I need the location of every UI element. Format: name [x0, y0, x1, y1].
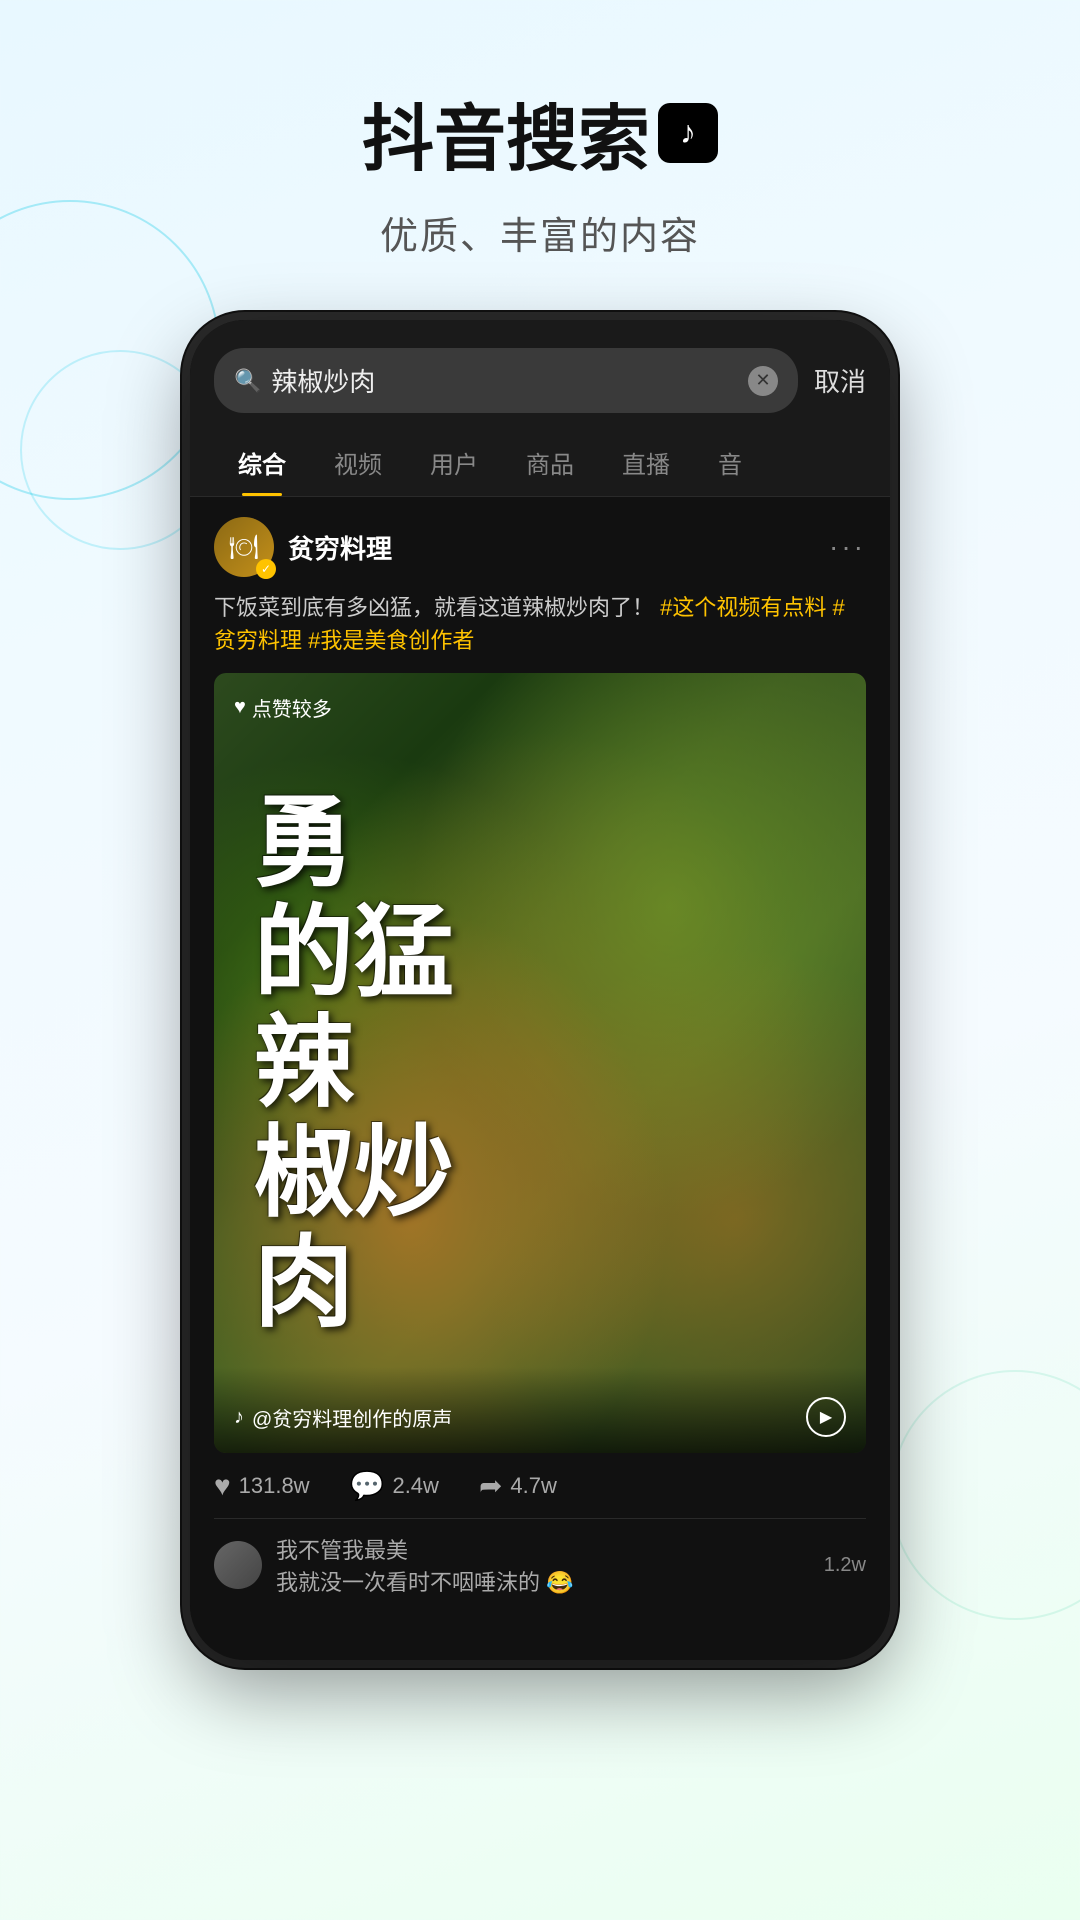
verified-badge: ✓ — [256, 559, 276, 579]
post-header: 🍽 ✓ 贫穷料理 ··· — [214, 517, 866, 577]
tab-用户[interactable]: 用户 — [406, 429, 502, 496]
hashtag-3[interactable]: #我是美食创作者 — [308, 628, 474, 653]
avatar-icon: 🍽 — [229, 533, 259, 562]
video-thumbnail[interactable]: ♥ 点赞较多 勇的猛辣椒炒肉 ♪ — [214, 673, 866, 1453]
video-overlay-text: 勇的猛辣椒炒肉 — [254, 788, 454, 1338]
phone-mockup: 🔍 辣椒炒肉 ✕ 取消 综合 视频 用户 — [190, 320, 890, 1660]
tiktok-logo-icon: ♪ — [680, 114, 696, 151]
main-title-container: 抖音搜索 ♪ — [0, 80, 1080, 185]
tab-视频[interactable]: 视频 — [310, 429, 406, 496]
tab-直播[interactable]: 直播 — [598, 429, 694, 496]
post-desc-text: 下饭菜到底有多凶猛，就看这道辣椒炒肉了！ — [214, 595, 654, 620]
action-bar: ♥ 131.8w 💬 2.4w ➦ 4.7w — [214, 1453, 866, 1518]
tabs-row: 综合 视频 用户 商品 直播 音 — [190, 429, 890, 497]
comment-content: 我不管我最美 我就没一次看时不咽唾沫的 😂 — [276, 1533, 810, 1597]
search-query: 辣椒炒肉 — [271, 362, 738, 399]
hashtag-1[interactable]: #这个视频有点料 — [660, 595, 832, 620]
tab-综合[interactable]: 综合 — [214, 429, 310, 496]
cancel-button[interactable]: 取消 — [814, 362, 866, 399]
like-icon: ♥ — [214, 1470, 231, 1502]
tab-音[interactable]: 音 — [694, 429, 766, 496]
clear-icon: ✕ — [755, 370, 770, 391]
video-text-overlay: 勇的猛辣椒炒肉 — [214, 673, 866, 1453]
comment-body: 我就没一次看时不咽唾沫的 😂 — [276, 1565, 810, 1597]
share-count: 4.7w — [510, 1473, 556, 1499]
post-description: 下饭菜到底有多凶猛，就看这道辣椒炒肉了！ #这个视频有点料 #贫穷料理 #我是美… — [214, 591, 866, 657]
commenter-name: 我不管我最美 — [276, 1533, 810, 1565]
comment-action[interactable]: 💬 2.4w — [350, 1469, 439, 1502]
tab-商品[interactable]: 商品 — [502, 429, 598, 496]
phone-wrapper: 🔍 辣椒炒肉 ✕ 取消 综合 视频 用户 — [0, 320, 1080, 1660]
video-background: ♥ 点赞较多 勇的猛辣椒炒肉 ♪ — [214, 673, 866, 1453]
comment-icon: 💬 — [350, 1469, 385, 1502]
page-header: 抖音搜索 ♪ 优质、丰富的内容 — [0, 0, 1080, 260]
more-button[interactable]: ··· — [829, 531, 866, 563]
phone-screen: 🔍 辣椒炒肉 ✕ 取消 综合 视频 用户 — [190, 320, 890, 1660]
search-area: 🔍 辣椒炒肉 ✕ 取消 — [190, 320, 890, 429]
comment-preview: 我不管我最美 我就没一次看时不咽唾沫的 😂 1.2w — [214, 1518, 866, 1597]
like-action[interactable]: ♥ 131.8w — [214, 1470, 310, 1502]
search-icon: 🔍 — [234, 368, 261, 394]
share-icon: ➦ — [479, 1469, 502, 1502]
subtitle: 优质、丰富的内容 — [0, 205, 1080, 260]
tiktok-logo: ♪ — [658, 103, 718, 163]
commenter-avatar — [214, 1541, 262, 1589]
content-area: 🍽 ✓ 贫穷料理 ··· 下饭菜到底有多凶猛，就看这道辣椒炒肉了！ #这个视频有… — [190, 497, 890, 1617]
username[interactable]: 贫穷料理 — [288, 529, 829, 566]
verified-icon: ✓ — [261, 562, 271, 576]
share-action[interactable]: ➦ 4.7w — [479, 1469, 557, 1502]
comment-count: 2.4w — [392, 1473, 438, 1499]
clear-button[interactable]: ✕ — [748, 366, 778, 396]
comment-like-count: 1.2w — [824, 1554, 866, 1577]
like-count: 131.8w — [239, 1473, 310, 1499]
avatar: 🍽 ✓ — [214, 517, 274, 577]
main-title-text: 抖音搜索 — [362, 80, 650, 185]
search-bar[interactable]: 🔍 辣椒炒肉 ✕ — [214, 348, 798, 413]
